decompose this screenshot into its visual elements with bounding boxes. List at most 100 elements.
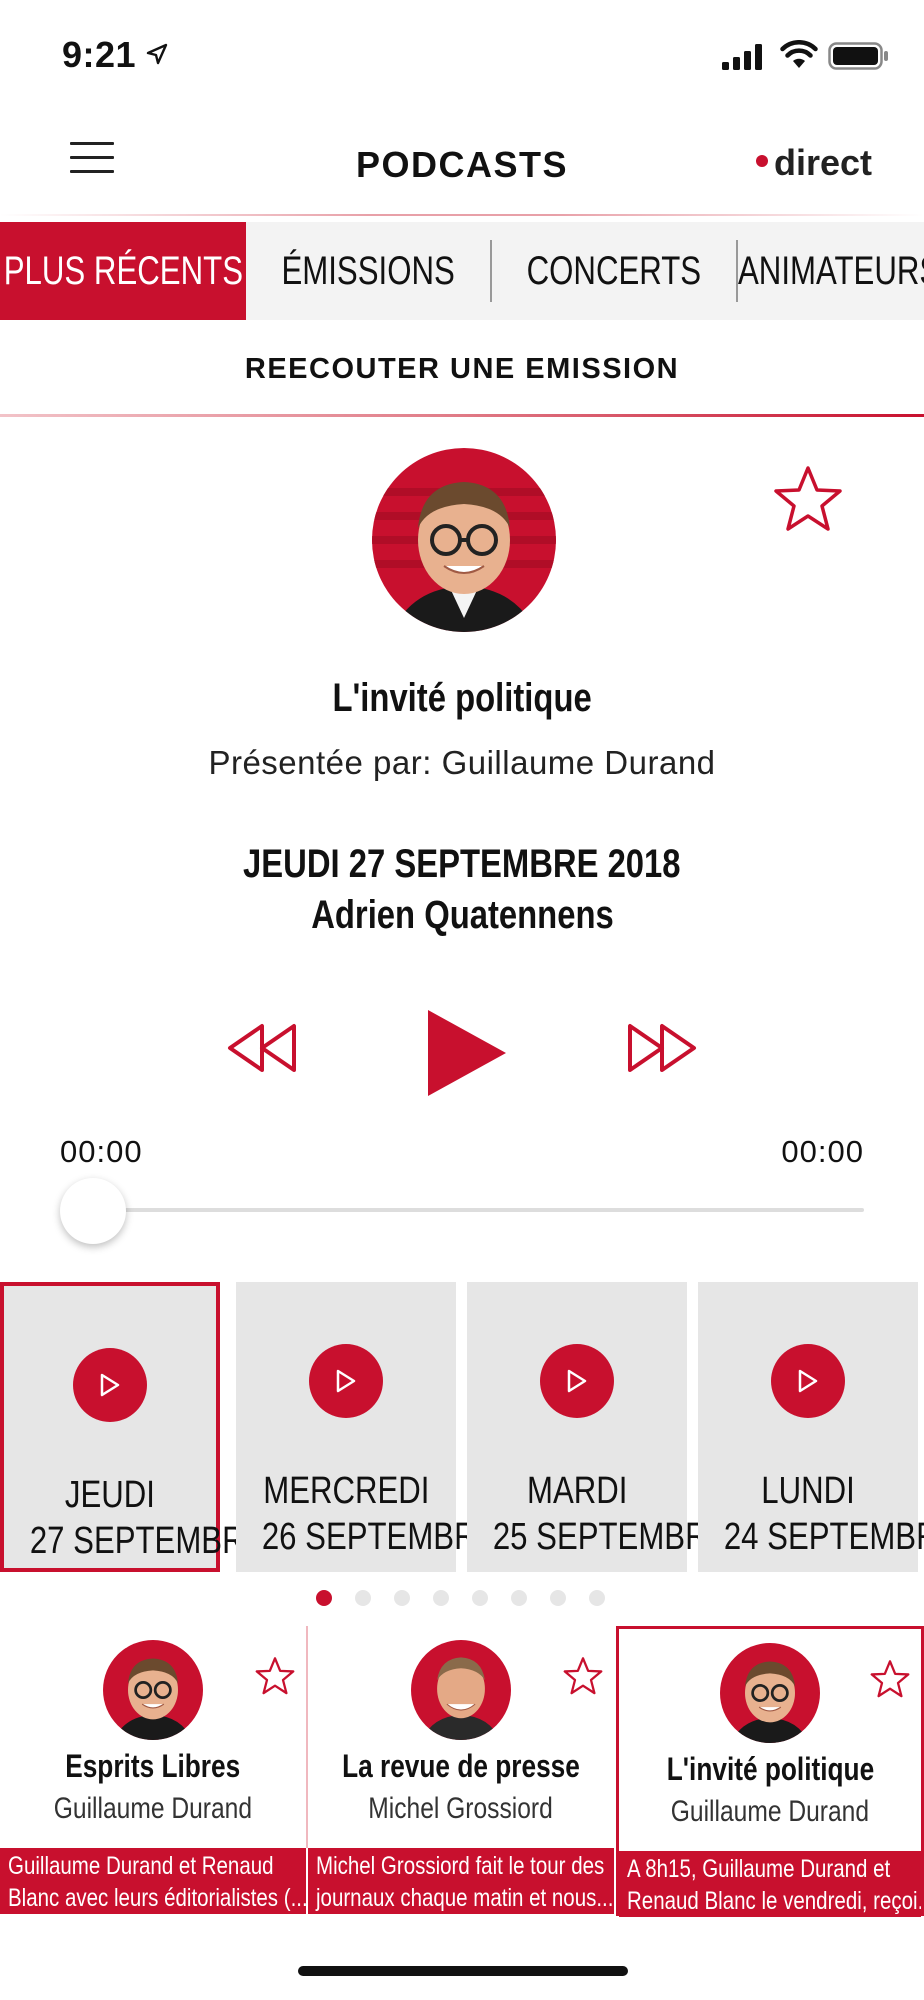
favorite-star-icon[interactable]	[772, 464, 844, 534]
episode-date: 27 SEPTEMBRE	[4, 1520, 266, 1563]
description-line: Guillaume Durand et Renaud	[8, 1852, 274, 1880]
status-bar: 9:21	[0, 0, 924, 110]
shows-carousel: Esprits Libres Guillaume Durand Guillaum…	[0, 1626, 924, 1917]
episode-card[interactable]: MERCREDI 26 SEPTEMBRE	[236, 1282, 498, 1572]
episode-guest-text: Adrien Quatennens	[310, 893, 614, 937]
status-time: 9:21	[62, 34, 137, 75]
episode-carousel: JEUDI 27 SEPTEMBRE MERCREDI 26 SEPTEMBRE…	[0, 1282, 924, 1572]
episode-play-button[interactable]	[73, 1348, 147, 1422]
tab-plus-recents[interactable]: PLUS RÉCENTS	[0, 222, 246, 320]
episode-date-text: 27 SEPTEMBRE	[29, 1520, 266, 1562]
episode-card[interactable]: JEUDI 27 SEPTEMBRE	[0, 1282, 266, 1572]
tab-label: ANIMATEURS	[738, 248, 924, 293]
pagination-dot[interactable]	[433, 1590, 449, 1606]
description-line: Blanc avec leurs éditorialistes (...	[8, 1884, 306, 1912]
tab-label: PLUS RÉCENTS	[3, 248, 243, 293]
show-card[interactable]: La revue de presse Michel Grossiord Mich…	[308, 1626, 614, 1916]
episode-date-text: JEUDI 27 SEPTEMBRE 2018	[243, 842, 681, 886]
show-card-host-text: Michel Grossiord	[368, 1792, 554, 1825]
pagination-dot[interactable]	[550, 1590, 566, 1606]
episode-play-button[interactable]	[771, 1344, 845, 1418]
episode-day: LUNDI	[698, 1470, 918, 1513]
episode-guest: Adrien Quatennens	[0, 893, 924, 938]
direct-live-link[interactable]: direct	[755, 142, 872, 184]
play-icon	[100, 1373, 120, 1397]
episode-day-text: JEUDI	[64, 1474, 156, 1516]
show-card-host: Guillaume Durand	[0, 1792, 306, 1826]
rewind-icon[interactable]	[226, 1022, 298, 1074]
episode-date: 26 SEPTEMBRE	[236, 1516, 498, 1559]
pagination-dot[interactable]	[394, 1590, 410, 1606]
show-card[interactable]: L'invité politique Guillaume Durand A 8h…	[616, 1626, 924, 1917]
show-card-title-text: La revue de presse	[342, 1748, 580, 1784]
header-divider	[0, 214, 924, 216]
episode-day: MERCREDI	[236, 1470, 456, 1513]
show-card-host-text: Guillaume Durand	[53, 1792, 253, 1825]
show-host-avatar	[411, 1640, 511, 1740]
episode-day: MARDI	[467, 1470, 687, 1513]
show-host: Présentée par: Guillaume Durand	[208, 744, 716, 781]
pagination-dot[interactable]	[316, 1590, 332, 1606]
battery-icon	[828, 42, 888, 70]
fast-forward-icon[interactable]	[626, 1022, 698, 1074]
description-line: Renaud Blanc le vendredi, reçoi...	[627, 1887, 921, 1915]
direct-label: direct	[773, 142, 872, 183]
pagination-dots	[0, 1590, 924, 1610]
favorite-star-icon[interactable]	[562, 1656, 604, 1696]
episode-card[interactable]: MARDI 25 SEPTEMBRE	[467, 1282, 729, 1572]
tab-animateurs[interactable]: ANIMATEURS	[738, 222, 924, 320]
location-arrow-icon	[146, 43, 168, 65]
description-line: journaux chaque matin et nous...	[316, 1884, 614, 1912]
tab-emissions[interactable]: ÉMISSIONS	[246, 222, 490, 320]
episode-date-text: 25 SEPTEMBRE	[492, 1516, 729, 1558]
category-tabs: PLUS RÉCENTS ÉMISSIONS CONCERTS ANIMATEU…	[0, 222, 924, 320]
favorite-star-icon[interactable]	[869, 1659, 911, 1699]
episode-date-text: 24 SEPTEMBRE	[723, 1516, 924, 1558]
show-host-avatar	[720, 1643, 820, 1743]
show-card[interactable]: Esprits Libres Guillaume Durand Guillaum…	[0, 1626, 306, 1916]
show-name-text: L'invité politique	[332, 676, 592, 720]
show-card-description: Guillaume Durand et Renaud Blanc avec le…	[0, 1848, 306, 1914]
progress-slider-thumb[interactable]	[60, 1178, 126, 1244]
show-card-description: A 8h15, Guillaume Durand et Renaud Blanc…	[619, 1851, 921, 1917]
episode-play-button[interactable]	[309, 1344, 383, 1418]
play-icon[interactable]	[426, 1008, 508, 1098]
pagination-dot[interactable]	[472, 1590, 488, 1606]
progress-slider-track[interactable]	[92, 1208, 864, 1212]
pagination-dot[interactable]	[355, 1590, 371, 1606]
episode-date: JEUDI 27 SEPTEMBRE 2018	[0, 842, 924, 887]
live-dot-icon	[755, 155, 768, 168]
show-card-title: L'invité politique	[619, 1751, 921, 1788]
show-card-description: Michel Grossiord fait le tour des journa…	[308, 1848, 614, 1914]
pagination-dot[interactable]	[589, 1590, 605, 1606]
description-line: Michel Grossiord fait le tour des	[316, 1852, 605, 1880]
episode-date: 25 SEPTEMBRE	[467, 1516, 729, 1559]
app-header: PODCASTS direct	[0, 120, 924, 216]
show-host-avatar	[103, 1640, 203, 1740]
episode-day-text: MERCREDI	[262, 1470, 430, 1512]
play-icon	[798, 1369, 818, 1393]
show-card-host: Guillaume Durand	[619, 1795, 921, 1829]
show-card-title-text: L'invité politique	[666, 1751, 874, 1787]
favorite-star-icon[interactable]	[254, 1656, 296, 1696]
show-card-host: Michel Grossiord	[308, 1792, 614, 1826]
episode-day-text: MARDI	[526, 1470, 628, 1512]
tab-concerts[interactable]: CONCERTS	[492, 222, 736, 320]
tab-label: ÉMISSIONS	[281, 248, 455, 293]
total-time: 00:00	[781, 1134, 864, 1169]
section-divider	[0, 414, 924, 417]
episode-date: 24 SEPTEMBRE	[698, 1516, 924, 1559]
show-host-avatar	[372, 448, 556, 632]
episode-play-button[interactable]	[540, 1344, 614, 1418]
show-name: L'invité politique	[0, 676, 924, 721]
wifi-icon	[780, 40, 818, 68]
episode-card[interactable]: LUNDI 24 SEPTEMBRE	[698, 1282, 924, 1572]
play-icon	[567, 1369, 587, 1393]
show-card-host-text: Guillaume Durand	[670, 1795, 870, 1828]
pagination-dot[interactable]	[511, 1590, 527, 1606]
show-card-title-text: Esprits Libres	[65, 1748, 241, 1784]
show-card-title: La revue de presse	[308, 1748, 614, 1785]
episode-day-text: LUNDI	[761, 1470, 855, 1512]
play-icon	[336, 1369, 356, 1393]
home-indicator[interactable]	[298, 1966, 628, 1976]
